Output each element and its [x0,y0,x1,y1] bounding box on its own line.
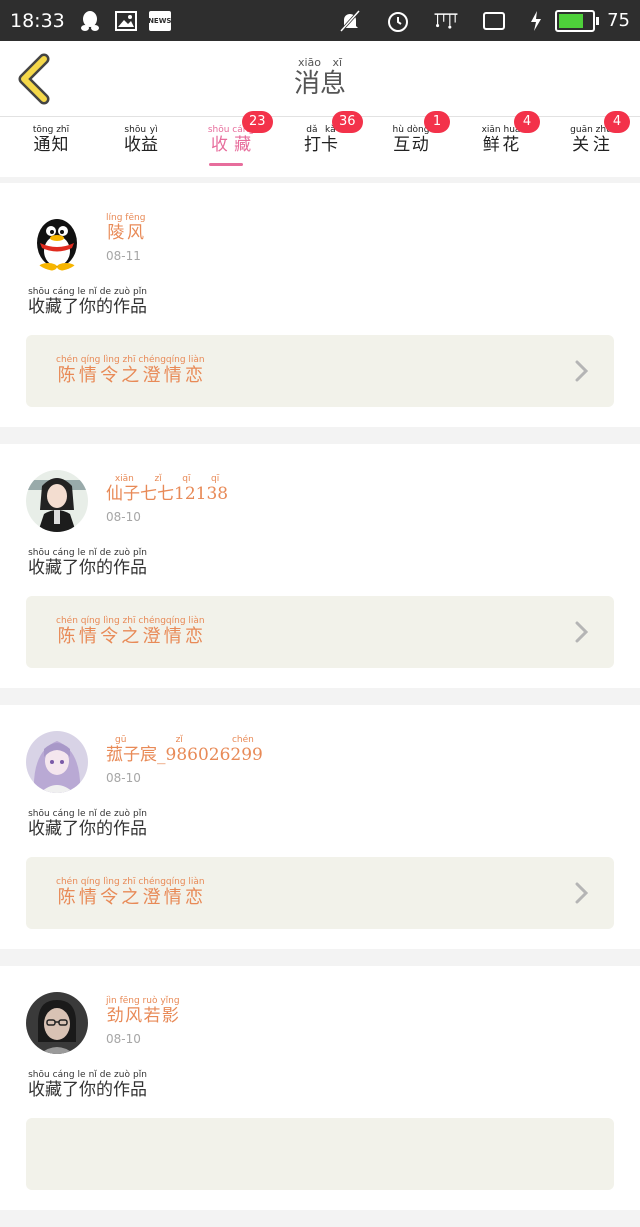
work-title-pinyin: chén qíng lìng zhī chéngqíng liàn [56,355,205,365]
username[interactable]: 仙子七七12138xiān zǐ qī qī [106,474,228,504]
tab-bar: 通知tōng zhī 收益shōu yì 收藏shōu cáng 23 打卡dǎ kǎ 3… [0,111,640,177]
action-text-content: 收藏了你的作品 [28,819,147,839]
notification-card[interactable]: 陵风líng fēng 08-11 收藏了你的作品shōu cáng le nǐ d… [0,183,640,427]
work-title-pinyin: chén qíng lìng zhī chéngqíng liàn [56,877,205,887]
work-link[interactable]: 陈情令之澄情恋chén qíng lìng zhī chéngqíng liàn [26,596,614,668]
username-text: 菰子宸_986026299 [106,745,263,765]
tab-notifications[interactable]: 通知tōng zhī [6,117,96,177]
action-text-content: 收藏了你的作品 [28,1080,147,1100]
notification-date: 08-11 [106,249,141,263]
alarm-icon [385,9,411,33]
username-text: 陵风 [106,223,146,243]
action-text-content: 收藏了你的作品 [28,558,147,578]
tab-label-pinyin: shōu yì [124,125,158,135]
tab-label: 通知tōng zhī [6,125,96,155]
status-bar: 18:33 NEWS 75 [0,0,640,41]
notification-date: 08-10 [106,510,141,524]
tab-badge: 1 [424,111,450,133]
avatar[interactable] [26,731,88,793]
action-text: 收藏了你的作品shōu cáng le nǐ de zuò pǐn [28,287,147,317]
tablet-icon [481,9,507,33]
active-tab-indicator [209,163,243,166]
tab-following[interactable]: 关注guān zhù 4 [546,111,636,177]
tab-earnings[interactable]: 收益shōu yì [96,117,186,177]
work-title: 陈情令之澄情恋chén qíng lìng zhī chéngqíng liàn [56,616,205,648]
tab-label: 收益shōu yì [96,125,186,155]
image-icon [113,9,139,33]
page-title-text: 消息 [293,69,346,99]
work-link[interactable]: 陈情令之澄情恋chén qíng lìng zhī chéngqíng liàn [26,857,614,929]
tab-label-pinyin: hù dòng [392,125,430,135]
chevron-right-icon [575,882,589,904]
work-title-text: 陈情令之澄情恋 [56,626,205,647]
avatar[interactable] [26,209,88,271]
tab-label-pinyin: tōng zhī [32,125,70,135]
tab-badge: 4 [514,111,540,133]
username-text: 劲风若影 [106,1006,180,1026]
work-link[interactable]: 陈情令之澄情恋chén qíng lìng zhī chéngqíng liàn [26,335,614,407]
work-link[interactable] [26,1118,614,1190]
battery-icon [555,9,600,32]
username[interactable]: 劲风若影jìn fēng ruò yǐng [106,996,180,1026]
action-text-pinyin: shōu cáng le nǐ de zuò pǐn [28,287,147,297]
username-pinyin: xiān zǐ qī qī [106,474,229,484]
avatar[interactable] [26,470,88,532]
username-text: 仙子七七12138 [106,484,229,504]
username-pinyin: jìn fēng ruò yǐng [106,996,180,1006]
action-text: 收藏了你的作品shōu cáng le nǐ de zuò pǐn [28,809,147,839]
username[interactable]: 菰子宸_986026299gū zǐ chén [106,735,263,765]
work-title-pinyin: chén qíng lìng zhī chéngqíng liàn [56,616,205,626]
tab-label-text: 通知 [32,135,70,155]
action-text-pinyin: shōu cáng le nǐ de zuò pǐn [28,1070,147,1080]
notification-card[interactable]: 劲风若影jìn fēng ruò yǐng 08-10 收藏了你的作品shōu cá… [0,966,640,1210]
action-text-content: 收藏了你的作品 [28,297,147,317]
action-text: 收藏了你的作品shōu cáng le nǐ de zuò pǐn [28,548,147,578]
charging-icon [529,9,543,33]
tab-label-text: 收益 [124,135,158,155]
tab-label-text: 打卡 [304,135,338,155]
work-title-text: 陈情令之澄情恋 [56,887,205,908]
notification-card[interactable]: 仙子七七12138xiān zǐ qī qī 08-10 收藏了你的作品shōu c… [0,444,640,688]
tab-badge: 36 [332,111,363,133]
action-text: 收藏了你的作品shōu cáng le nǐ de zuò pǐn [28,1070,147,1100]
tab-checkin[interactable]: 打卡dǎ kǎ 36 [276,111,366,177]
notification-list: 陵风líng fēng 08-11 收藏了你的作品shōu cáng le nǐ d… [0,183,640,1227]
tab-label-text: 互动 [392,135,430,155]
status-time: 18:33 [10,9,65,32]
chevron-right-icon [575,621,589,643]
chevron-right-icon [575,360,589,382]
battery-level: 75 [607,10,630,31]
tab-label-text: 关注 [570,135,612,155]
action-text-pinyin: shōu cáng le nǐ de zuò pǐn [28,809,147,819]
tab-interaction[interactable]: 互动hù dòng 1 [366,111,456,177]
news-icon: NEWS [148,10,171,31]
tab-badge: 23 [242,111,273,133]
username-pinyin: líng fēng [106,213,146,223]
tab-favorites[interactable]: 收藏shōu cáng 23 [186,111,276,177]
work-title: 陈情令之澄情恋chén qíng lìng zhī chéngqíng liàn [56,355,205,387]
mute-bell-icon [337,9,363,33]
action-text-pinyin: shōu cáng le nǐ de zuò pǐn [28,548,147,558]
page-title: 消息xiāo xī [0,56,640,100]
username-pinyin: gū zǐ chén [106,735,263,745]
notification-card[interactable]: 菰子宸_986026299gū zǐ chén 08-10 收藏了你的作品shōu … [0,705,640,949]
avatar[interactable] [26,992,88,1054]
work-title: 陈情令之澄情恋chén qíng lìng zhī chéngqíng liàn [56,877,205,909]
username[interactable]: 陵风líng fēng [106,213,145,243]
page-title-pinyin: xiāo xī [293,56,346,69]
tab-label-text: 鲜花 [481,135,521,155]
tab-flowers[interactable]: 鲜花xiān huā 4 [456,111,546,177]
tab-badge: 4 [604,111,630,133]
notification-date: 08-10 [106,1032,141,1046]
notification-date: 08-10 [106,771,141,785]
header: 消息xiāo xī [0,41,640,117]
tab-label-text: 收藏 [207,135,255,155]
qq-penguin-icon [77,9,103,33]
work-title-text: 陈情令之澄情恋 [56,365,205,386]
chime-icon [433,9,459,33]
